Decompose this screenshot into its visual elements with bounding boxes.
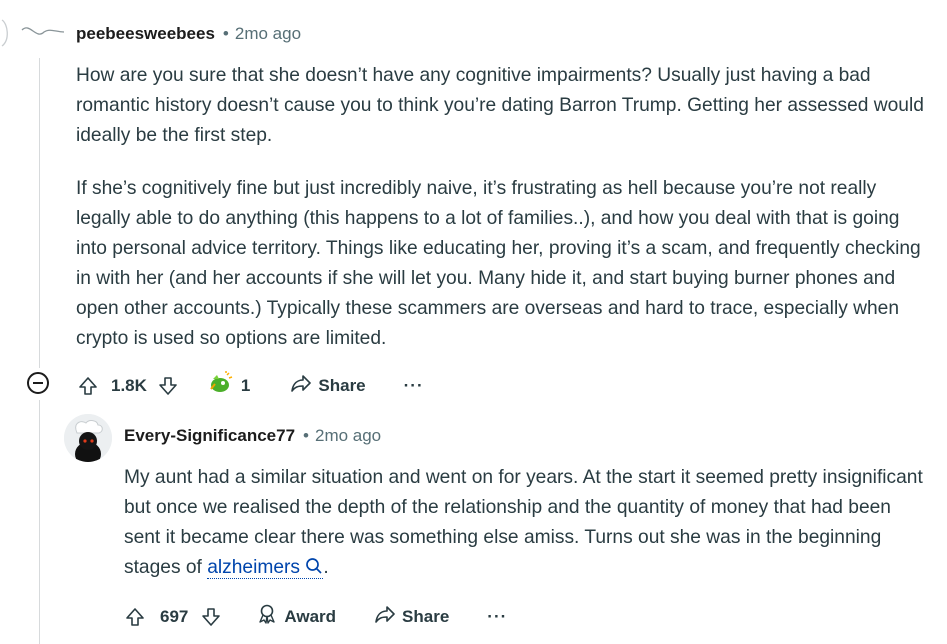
share-button[interactable]: Share — [290, 373, 366, 398]
more-options-icon[interactable]: ··· — [487, 607, 507, 627]
award-icon — [256, 603, 278, 630]
comment-body: My aunt had a similar situation and went… — [124, 463, 924, 583]
downvote-icon[interactable] — [200, 606, 222, 628]
upvote-icon[interactable] — [124, 606, 146, 628]
share-icon — [290, 373, 312, 398]
thread-connector — [1, 19, 65, 47]
upvote-icon[interactable] — [77, 375, 99, 397]
comment-time[interactable]: 2mo ago — [315, 426, 381, 446]
search-link-text: alzheimers — [207, 557, 300, 578]
award-button[interactable]: 1 — [207, 371, 250, 400]
share-button[interactable]: Share — [374, 604, 449, 629]
comment-author[interactable]: Every-Significance77 — [124, 426, 295, 446]
comment-paragraph: If she’s cognitively fine but just incre… — [76, 178, 921, 349]
separator: • — [222, 24, 229, 43]
comment-author[interactable]: peebeesweebees — [76, 24, 215, 44]
avatar[interactable] — [64, 414, 112, 462]
comment-paragraph: How are you sure that she doesn’t have a… — [76, 65, 924, 146]
separator: • — [303, 426, 309, 445]
comment-actions: 1.8K 1 Share ··· — [77, 371, 424, 400]
comment-header: peebeesweebees • 2mo ago — [76, 24, 301, 44]
comment-actions: 697 Award Share ··· — [124, 603, 507, 630]
award-button[interactable]: Award — [256, 603, 336, 630]
thread-line — [39, 58, 40, 368]
comment-time[interactable]: 2mo ago — [235, 24, 301, 44]
collapse-thread-button[interactable] — [27, 372, 49, 394]
award-label: Award — [284, 606, 337, 626]
more-options-icon[interactable]: ··· — [404, 376, 424, 396]
search-link[interactable]: alzheimers — [207, 557, 324, 579]
award-icon — [207, 371, 235, 400]
share-label: Share — [402, 606, 450, 626]
vote-count: 1.8K — [111, 375, 147, 395]
search-icon — [305, 557, 323, 578]
award-count: 1 — [240, 375, 251, 395]
share-icon — [374, 604, 396, 629]
share-label: Share — [318, 375, 366, 395]
comment-body: How are you sure that she doesn’t have a… — [76, 61, 926, 377]
comment-text: . — [323, 557, 329, 578]
vote-count: 697 — [160, 606, 189, 626]
downvote-icon[interactable] — [157, 375, 179, 397]
comment-header: Every-Significance77 • 2mo ago — [124, 426, 381, 446]
thread-line — [39, 400, 40, 644]
